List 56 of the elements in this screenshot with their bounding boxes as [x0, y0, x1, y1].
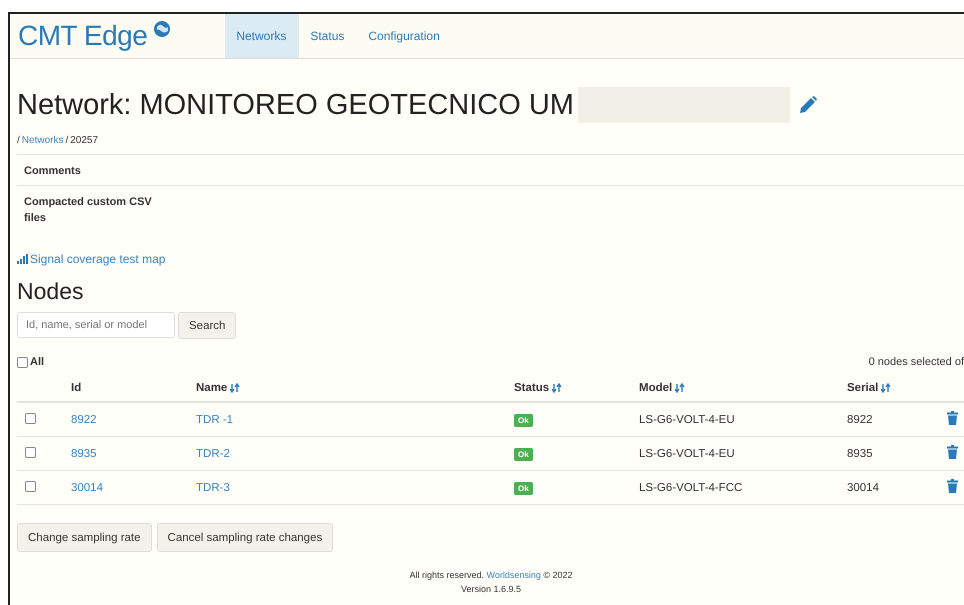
table-cell: 8935 [847, 448, 873, 460]
edit-icon[interactable] [798, 95, 818, 115]
trash-icon[interactable] [947, 445, 958, 459]
trash-icon[interactable] [947, 411, 958, 425]
breadcrumb-separator: / [65, 135, 68, 146]
status-badge: Ok [514, 448, 533, 460]
search-button[interactable]: Search [178, 312, 236, 339]
checkbox[interactable] [17, 356, 28, 368]
checkbox-label: All [30, 356, 44, 368]
checkbox[interactable] [25, 412, 36, 424]
sort-icon[interactable] [675, 383, 686, 393]
breadcrumb-separator: / [17, 135, 20, 146]
breadcrumb-link[interactable]: Networks [22, 135, 64, 146]
action-button[interactable]: Cancel sampling rate changes [156, 523, 334, 552]
detail-label: Compacted custom CSV files [24, 195, 153, 226]
column-header[interactable]: Status [514, 382, 562, 394]
table-cell: 8922 [847, 414, 873, 426]
sort-icon[interactable] [881, 383, 892, 393]
table-cell: 30014 [847, 482, 879, 494]
column-header[interactable]: Name [196, 382, 240, 394]
node-name-link[interactable]: TDR-3 [196, 482, 230, 494]
breadcrumb-current: 20257 [70, 135, 98, 146]
column-header[interactable]: Serial [847, 382, 892, 394]
nav-tab[interactable]: Status [299, 14, 358, 58]
version-text: Version 1.6.9.5 [460, 583, 522, 596]
status-badge: Ok [514, 482, 533, 494]
page-title: Network: MONITOREO GEOTECNICO UM [17, 88, 574, 122]
logo-text[interactable]: CMT Edge [18, 20, 148, 52]
node-id-link[interactable]: 8935 [71, 448, 97, 460]
action-button[interactable]: Change sampling rate [17, 523, 152, 552]
node-id-link[interactable]: 8922 [71, 414, 97, 426]
node-name-link[interactable]: TDR -1 [196, 414, 234, 426]
node-id-link[interactable]: 30014 [71, 482, 103, 494]
table-cell: LS-G6-VOLT-4-EU [639, 414, 735, 426]
footer-text: All rights reserved. Worldsensing © 2022 [408, 569, 574, 582]
section-heading: Nodes [17, 278, 84, 305]
table-cell: LS-G6-VOLT-4-EU [639, 448, 735, 460]
footer-link[interactable]: Worldsensing [486, 570, 541, 580]
sort-icon[interactable] [552, 383, 562, 393]
status-badge: Ok [514, 414, 533, 426]
checkbox[interactable] [25, 446, 36, 458]
detail-label: Comments [24, 164, 82, 179]
nav-tab[interactable]: Networks [225, 14, 300, 58]
selection-summary: 0 nodes selected of [868, 356, 964, 368]
column-header[interactable]: Id [71, 382, 82, 394]
table-cell: LS-G6-VOLT-4-FCC [639, 482, 742, 494]
nav-tab[interactable]: Configuration [357, 14, 453, 58]
globe-icon [153, 20, 172, 38]
column-header[interactable]: Model [639, 382, 686, 394]
checkbox[interactable] [25, 480, 36, 492]
signal-map-link[interactable]: Signal coverage test map [30, 252, 166, 266]
sort-icon[interactable] [230, 383, 240, 393]
node-name-link[interactable]: TDR-2 [196, 448, 230, 460]
search-field[interactable]: Id, name, serial or model [17, 312, 175, 338]
trash-icon[interactable] [947, 479, 958, 493]
signal-bars-icon [17, 254, 28, 264]
